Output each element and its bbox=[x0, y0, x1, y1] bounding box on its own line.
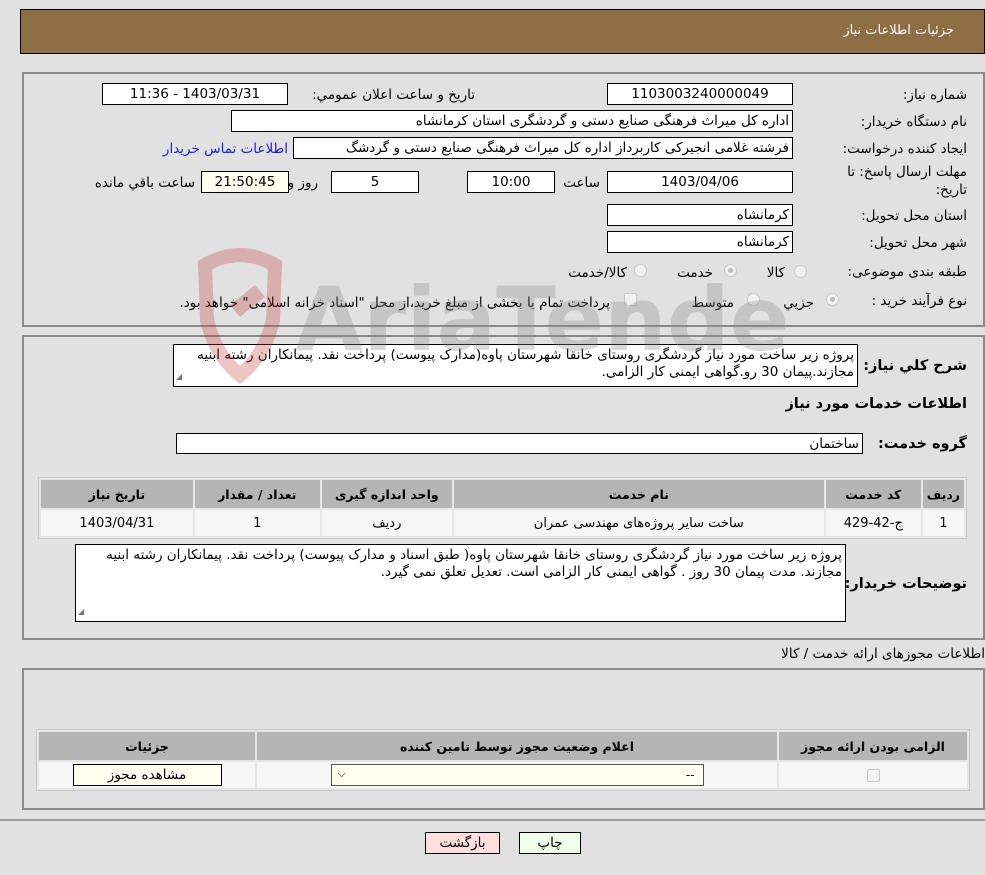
col-service-code: کد خدمت bbox=[825, 480, 921, 508]
col-row-number: ردیف bbox=[922, 480, 964, 508]
treasury-checkbox-label: پرداخت تمام یا بخشی از مبلغ خرید،از محل … bbox=[179, 295, 610, 311]
services-heading: اطلاعات خدمات مورد نیاز bbox=[785, 396, 967, 412]
general-description-textarea[interactable]: پروژه زیر ساخت مورد نیاز گردشگری روستای … bbox=[173, 344, 858, 387]
process-radio-medium[interactable] bbox=[747, 293, 760, 306]
cell-license-required: ✓ bbox=[779, 762, 967, 788]
col-license-status: اعلام وضعیت مجوز توسط تامین کننده bbox=[257, 732, 777, 760]
days-label: روز و bbox=[287, 175, 318, 191]
cell-need-date: 1403/04/31 bbox=[41, 510, 193, 536]
category-option-goods: کالا bbox=[766, 265, 785, 281]
remaining-label: ساعت باقي مانده bbox=[94, 175, 195, 191]
license-status-selected: -- bbox=[685, 768, 695, 782]
city-field: کرمانشاه bbox=[607, 231, 793, 253]
general-description-label: شرح کلي نياز: bbox=[863, 358, 967, 374]
col-license-required: الزامی بودن ارائه مجوز bbox=[779, 732, 967, 760]
deadline-time-field: 10:00 bbox=[467, 171, 555, 193]
deadline-date-field: 1403/04/06 bbox=[607, 171, 793, 193]
cell-license-status: -- ⌵ bbox=[257, 762, 777, 788]
creator-field: فرشته غلامی انجیرکی کاربرداز اداره کل می… bbox=[293, 137, 793, 159]
time-label: ساعت bbox=[563, 175, 600, 191]
resize-grip-icon[interactable]: ◢ bbox=[78, 603, 84, 620]
license-status-select[interactable]: -- ⌵ bbox=[330, 764, 704, 786]
category-option-goods-service: کالا/خدمت bbox=[568, 265, 627, 281]
buyer-org-field: اداره کل میراث فرهنگی صنایع دستی و گردشگ… bbox=[231, 110, 793, 132]
services-table-header: ردیف کد خدمت نام خدمت واحد اندازه گیری ت… bbox=[41, 480, 964, 508]
print-button[interactable]: چاپ bbox=[519, 832, 581, 854]
deadline-label-line2: تاریخ: bbox=[935, 182, 967, 198]
licenses-table-header: الزامی بودن ارائه مجوز اعلام وضعیت مجوز … bbox=[39, 732, 967, 760]
col-unit: واحد اندازه گیری bbox=[321, 480, 452, 508]
category-option-service: خدمت bbox=[677, 265, 713, 281]
back-button[interactable]: بازگشت bbox=[425, 832, 500, 854]
need-number-field: 1103003240000049 bbox=[607, 83, 793, 105]
col-license-details: جزئیات bbox=[39, 732, 255, 760]
province-field: کرمانشاه bbox=[607, 204, 793, 226]
buyer-notes-text: پروژه زیر ساخت مورد نیاز گردشگری روستای … bbox=[106, 547, 842, 580]
need-number-label: شماره نیاز: bbox=[902, 87, 967, 103]
process-type-label: نوع فرآیند خرید : bbox=[871, 293, 967, 309]
cell-service-code: ج-42-429 bbox=[825, 510, 921, 536]
process-option-medium: متوسط bbox=[691, 295, 734, 311]
chevron-down-icon: ⌵ bbox=[337, 767, 346, 780]
category-label: طبقه بندی موضوعی: bbox=[847, 264, 967, 280]
service-group-label: گروه خدمت: bbox=[877, 436, 967, 452]
cell-license-details: مشاهده مجوز bbox=[39, 762, 255, 788]
category-radio-service[interactable] bbox=[724, 264, 737, 277]
remaining-time-field: 21:50:45 bbox=[201, 171, 289, 193]
licenses-table: الزامی بودن ارائه مجوز اعلام وضعیت مجوز … bbox=[36, 729, 970, 791]
footer-divider bbox=[0, 819, 985, 821]
cell-unit: ردیف bbox=[321, 510, 452, 536]
resize-grip-icon[interactable]: ◢ bbox=[176, 368, 182, 385]
announce-datetime-field: 1403/03/31 - 11:36 bbox=[102, 83, 288, 105]
deadline-label-line1: مهلت ارسال پاسخ: تا bbox=[847, 164, 967, 180]
general-description-text: پروژه زیر ساخت مورد نیاز گردشگری روستای … bbox=[197, 347, 854, 380]
col-quantity: تعداد / مقدار bbox=[194, 480, 320, 508]
category-radio-goods[interactable] bbox=[794, 265, 807, 278]
page-header: جزئیات اطلاعات نیاز bbox=[20, 9, 985, 54]
treasury-checkbox[interactable] bbox=[624, 293, 637, 306]
announce-label: تاريخ و ساعت اعلان عمومي: bbox=[312, 87, 475, 103]
service-group-field: ساختمان bbox=[176, 433, 863, 454]
check-icon: ✓ bbox=[868, 766, 878, 780]
col-service-name: نام خدمت bbox=[453, 480, 824, 508]
buyer-org-label: نام دستگاه خریدار: bbox=[860, 114, 967, 130]
cell-row-number: 1 bbox=[922, 510, 964, 536]
city-label: شهر محل تحویل: bbox=[869, 235, 967, 251]
page-title: جزئیات اطلاعات نیاز bbox=[843, 23, 954, 38]
category-radio-goods-service[interactable] bbox=[634, 264, 647, 277]
process-option-minor: جزيي bbox=[783, 295, 814, 311]
buyer-notes-textarea[interactable]: پروژه زیر ساخت مورد نیاز گردشگری روستای … bbox=[75, 544, 846, 622]
creator-label: ایجاد کننده درخواست: bbox=[842, 141, 967, 157]
cell-service-name: ساخت سایر پروژه‌های مهندسی عمران bbox=[453, 510, 824, 536]
services-table: ردیف کد خدمت نام خدمت واحد اندازه گیری ت… bbox=[38, 477, 967, 539]
licenses-heading: اطلاعات مجوزهای ارائه خدمت / کالا bbox=[781, 646, 985, 662]
process-radio-minor[interactable] bbox=[826, 293, 839, 306]
table-row: ✓ -- ⌵ مشاهده مجوز bbox=[39, 762, 967, 788]
days-remaining-field: 5 bbox=[331, 171, 419, 193]
buyer-contact-link[interactable]: اطلاعات تماس خریدار bbox=[163, 141, 288, 157]
cell-quantity: 1 bbox=[194, 510, 320, 536]
col-need-date: تاریخ نیاز bbox=[41, 480, 193, 508]
province-label: استان محل تحویل: bbox=[861, 208, 967, 224]
buyer-notes-label: توضیحات خریدار: bbox=[844, 576, 967, 592]
table-row: 1 ج-42-429 ساخت سایر پروژه‌های مهندسی عم… bbox=[41, 510, 964, 536]
view-license-button[interactable]: مشاهده مجوز bbox=[72, 764, 222, 786]
license-required-checkbox[interactable]: ✓ bbox=[866, 766, 880, 782]
